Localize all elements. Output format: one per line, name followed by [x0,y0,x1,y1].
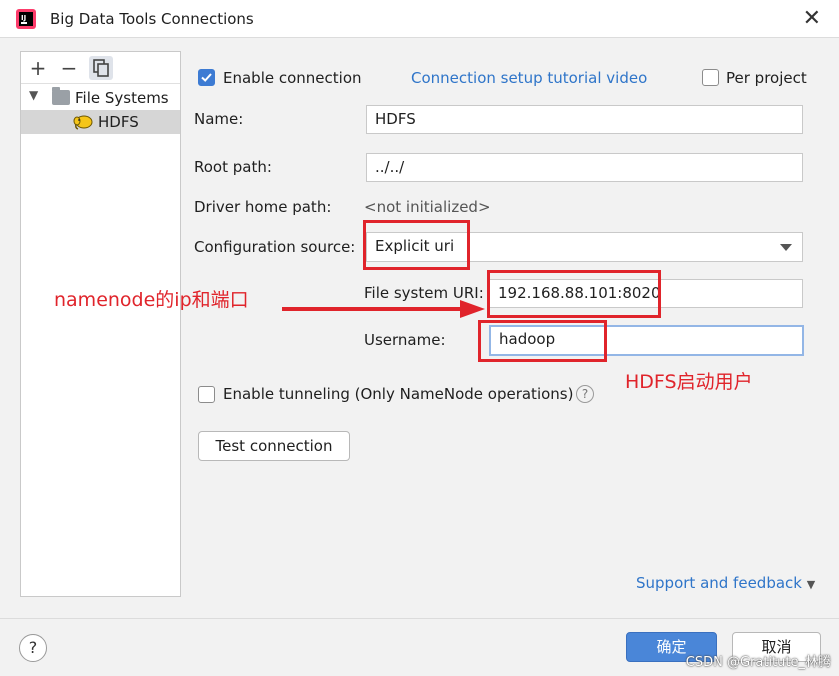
csdn-watermark: CSDN @Gratitute_林腾 [685,655,831,670]
remove-icon[interactable]: − [57,56,81,80]
test-connection-button[interactable]: Test connection [198,431,350,461]
sidebar-toolbar: + − [21,52,180,84]
root-path-field[interactable]: ../../ [366,153,803,182]
tutorial-video-link[interactable]: Connection setup tutorial video [411,69,647,87]
enable-connection-checkbox[interactable] [198,69,215,86]
window-title: Big Data Tools Connections [50,10,254,28]
footer-divider [0,618,839,619]
annotation-box-config-source [363,220,470,270]
support-feedback-label: Support and feedback [636,574,802,592]
help-button[interactable]: ? [19,634,47,662]
driver-home-value: <not initialized> [364,198,491,216]
intellij-app-icon: IJ [16,9,36,29]
svg-text:IJ: IJ [21,14,26,22]
help-icon[interactable]: ? [576,385,594,403]
name-field[interactable]: HDFS [366,105,803,134]
enable-connection-label: Enable connection [223,69,362,87]
enable-tunneling-label: Enable tunneling (Only NameNode operatio… [223,385,574,403]
annotation-arrow [282,300,485,318]
tree-item-hdfs[interactable]: HDFS [21,110,180,134]
annotation-box-username [478,320,607,362]
tree-item-file-systems[interactable]: ▼ File Systems [21,86,180,110]
root-path-label: Root path: [194,158,272,176]
copy-icon[interactable] [89,56,113,80]
per-project-label: Per project [726,69,807,87]
support-feedback-link[interactable]: Support and feedback ▼ [636,574,815,592]
annotation-hdfs-user-text: HDFS启动用户 [625,371,753,393]
tree-item-label: HDFS [98,113,139,131]
annotation-box-fs-uri [487,270,661,318]
caret-down-icon: ▼ [806,578,816,591]
enable-tunneling-checkbox[interactable] [198,386,215,403]
chevron-down-icon [780,244,792,251]
connections-sidebar: + − ▼ File Systems HDFS [20,51,181,597]
annotation-namenode-text: namenode的ip和端口 [54,289,249,311]
close-icon[interactable]: ✕ [803,6,821,32]
config-source-label: Configuration source: [194,238,356,256]
add-icon[interactable]: + [26,56,50,80]
folder-icon [52,87,70,105]
name-label: Name: [194,110,244,128]
hadoop-elephant-icon [73,115,93,130]
chevron-down-icon[interactable]: ▼ [29,88,38,102]
username-label: Username: [364,331,446,349]
tree-item-label: File Systems [75,89,169,107]
driver-home-label: Driver home path: [194,198,332,216]
title-bar: IJ Big Data Tools Connections ✕ [0,0,839,38]
per-project-checkbox[interactable] [702,69,719,86]
